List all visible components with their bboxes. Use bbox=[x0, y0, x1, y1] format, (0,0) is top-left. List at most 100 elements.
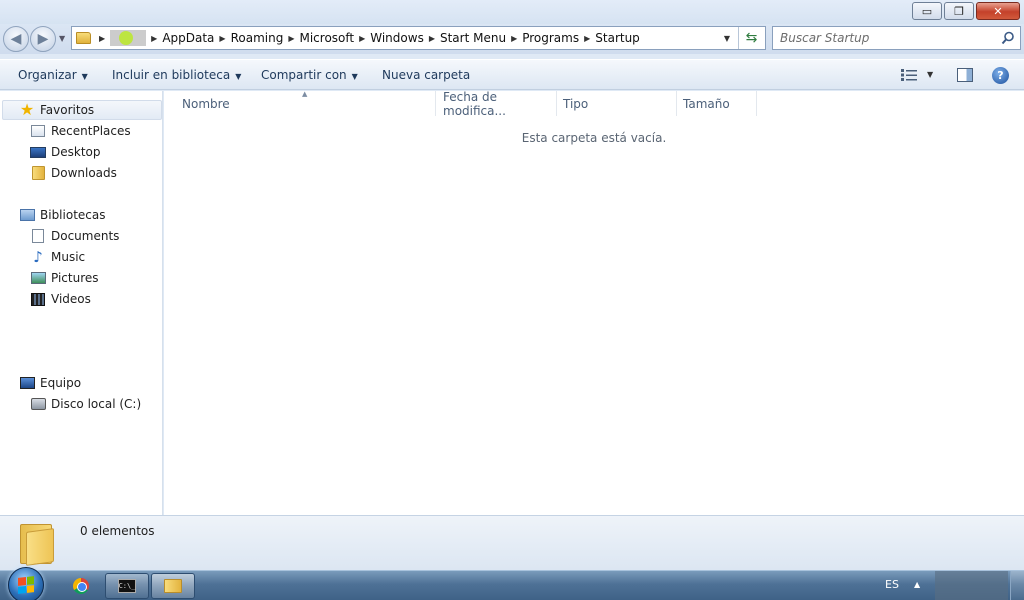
minimize-button[interactable]: ▭ bbox=[912, 2, 942, 20]
organize-label: Organizar bbox=[18, 68, 77, 82]
breadcrumb-roaming[interactable]: Roaming bbox=[231, 31, 284, 45]
breadcrumb-start-menu[interactable]: Start Menu bbox=[440, 31, 506, 45]
nav-item-label: Desktop bbox=[51, 145, 101, 159]
chrome-icon bbox=[73, 578, 89, 594]
navigation-pane: ★ Favoritos RecentPlaces Desktop Downloa… bbox=[0, 91, 163, 515]
include-library-label: Incluir en biblioteca bbox=[112, 68, 231, 82]
nav-libraries[interactable]: Bibliotecas bbox=[19, 205, 105, 225]
nav-item-music[interactable]: ♪ Music bbox=[30, 247, 85, 267]
breadcrumb-separator-icon[interactable]: ▶ bbox=[214, 34, 230, 43]
address-bar[interactable]: ▶ ▶ AppData ▶ Roaming ▶ Microsoft ▶ Wind… bbox=[71, 26, 766, 50]
column-header-size[interactable]: Tamaño bbox=[677, 91, 757, 116]
chevron-down-icon: ▼ bbox=[235, 72, 242, 81]
chevron-down-icon: ▼ bbox=[81, 72, 88, 81]
command-bar: Organizar ▼ Incluir en biblioteca ▼ Compar… bbox=[0, 59, 1024, 90]
command-prompt-icon: C:\_ bbox=[118, 579, 136, 593]
refresh-button[interactable]: ⇆ bbox=[738, 27, 764, 49]
documents-icon bbox=[32, 229, 44, 243]
nav-item-pictures[interactable]: Pictures bbox=[30, 268, 99, 288]
organize-menu[interactable]: Organizar ▼ bbox=[18, 68, 88, 82]
forward-arrow-icon: ▶ bbox=[37, 31, 49, 47]
new-folder-button[interactable]: Nueva carpeta bbox=[382, 68, 470, 82]
breadcrumb-startup[interactable]: Startup bbox=[595, 31, 640, 45]
forward-button[interactable]: ▶ bbox=[30, 26, 56, 52]
close-button[interactable]: ✕ bbox=[976, 2, 1020, 20]
notification-area[interactable] bbox=[935, 571, 1008, 600]
breadcrumb-microsoft[interactable]: Microsoft bbox=[299, 31, 354, 45]
back-arrow-icon: ◀ bbox=[10, 31, 22, 47]
computer-icon bbox=[19, 377, 35, 389]
nav-item-downloads[interactable]: Downloads bbox=[30, 163, 117, 183]
language-indicator[interactable]: ES bbox=[885, 578, 899, 591]
search-input[interactable] bbox=[780, 31, 1000, 45]
nav-item-label: Downloads bbox=[51, 166, 117, 180]
file-list[interactable]: Nombre ▲ Fecha de modifica... Tipo Tamañ… bbox=[164, 89, 1024, 515]
sort-ascending-icon: ▲ bbox=[302, 90, 308, 98]
nav-item-local-disk[interactable]: Disco local (C:) bbox=[30, 394, 141, 414]
nav-item-label: Music bbox=[51, 250, 86, 264]
nav-item-label: Pictures bbox=[51, 271, 99, 285]
nav-item-desktop[interactable]: Desktop bbox=[30, 142, 101, 162]
breadcrumb-programs[interactable]: Programs bbox=[522, 31, 579, 45]
breadcrumb-separator-icon[interactable]: ▶ bbox=[354, 34, 370, 43]
search-icon[interactable] bbox=[1001, 31, 1015, 45]
nav-libraries-label: Bibliotecas bbox=[40, 208, 106, 222]
taskbar-explorer[interactable] bbox=[151, 573, 195, 599]
recent-pages-dropdown[interactable]: ▼ bbox=[59, 34, 65, 43]
taskbar-command-prompt[interactable]: C:\_ bbox=[105, 573, 149, 599]
taskbar: C:\_ ES ▲ bbox=[0, 567, 1024, 600]
help-icon[interactable]: ? bbox=[992, 67, 1009, 84]
breadcrumb-separator-icon[interactable]: ▶ bbox=[424, 34, 440, 43]
nav-item-recentplaces[interactable]: RecentPlaces bbox=[30, 121, 131, 141]
include-in-library-menu[interactable]: Incluir en biblioteca ▼ bbox=[112, 68, 241, 82]
column-label: Tamaño bbox=[683, 96, 730, 111]
breadcrumb-separator-icon[interactable]: ▶ bbox=[146, 34, 162, 43]
nav-computer[interactable]: Equipo bbox=[19, 373, 81, 393]
folder-icon bbox=[20, 522, 56, 566]
pictures-icon bbox=[30, 272, 46, 284]
nav-item-label: Disco local (C:) bbox=[51, 397, 142, 411]
taskbar-chrome[interactable] bbox=[59, 573, 103, 599]
share-with-label: Compartir con bbox=[261, 68, 347, 82]
nav-item-label: Documents bbox=[51, 229, 120, 243]
breadcrumb-separator-icon[interactable]: ▶ bbox=[94, 34, 110, 43]
nav-item-label: Videos bbox=[51, 292, 91, 306]
address-row: ◀ ▶ ▼ ▶ ▶ AppData ▶ Roaming ▶ Microsoft … bbox=[0, 24, 1024, 54]
nav-favorites-label: Favoritos bbox=[40, 103, 95, 117]
view-dropdown-icon[interactable]: ▼ bbox=[927, 70, 933, 79]
column-label: Nombre bbox=[182, 96, 230, 111]
breadcrumb-separator-icon[interactable]: ▶ bbox=[283, 34, 299, 43]
start-button[interactable] bbox=[8, 567, 44, 600]
view-options-icon[interactable] bbox=[901, 69, 917, 81]
column-header-type[interactable]: Tipo bbox=[557, 91, 677, 116]
search-box[interactable] bbox=[772, 26, 1021, 50]
breadcrumb-separator-icon[interactable]: ▶ bbox=[579, 34, 595, 43]
show-desktop-button[interactable] bbox=[1010, 571, 1024, 600]
back-button[interactable]: ◀ bbox=[3, 26, 29, 52]
refresh-icon: ⇆ bbox=[745, 30, 758, 46]
downloads-folder-icon bbox=[31, 166, 45, 180]
empty-folder-message: Esta carpeta está vacía. bbox=[521, 131, 667, 145]
column-header-date-modified[interactable]: Fecha de modifica... bbox=[437, 89, 557, 118]
user-folder-crumb[interactable] bbox=[110, 30, 147, 46]
nav-item-documents[interactable]: Documents bbox=[30, 226, 119, 246]
preview-pane-icon[interactable] bbox=[957, 68, 973, 82]
local-disk-icon bbox=[30, 398, 46, 410]
details-pane: 0 elementos bbox=[0, 515, 1024, 570]
breadcrumb-separator-icon[interactable]: ▶ bbox=[506, 34, 522, 43]
title-bar: ▭ ❐ ✕ bbox=[0, 0, 1024, 24]
star-icon: ★ bbox=[19, 100, 35, 119]
nav-computer-label: Equipo bbox=[40, 376, 82, 390]
chevron-down-icon: ▼ bbox=[351, 72, 358, 81]
nav-item-videos[interactable]: Videos bbox=[30, 289, 91, 309]
breadcrumb-appdata[interactable]: AppData bbox=[162, 31, 214, 45]
show-hidden-icons-icon[interactable]: ▲ bbox=[914, 580, 920, 589]
share-with-menu[interactable]: Compartir con ▼ bbox=[261, 68, 358, 82]
nav-favorites[interactable]: ★ Favoritos bbox=[2, 100, 162, 120]
breadcrumb-windows[interactable]: Windows bbox=[370, 31, 424, 45]
maximize-button[interactable]: ❐ bbox=[944, 2, 974, 20]
address-dropdown-icon[interactable]: ▼ bbox=[717, 34, 737, 43]
column-label: Fecha de modifica... bbox=[443, 89, 506, 118]
videos-icon bbox=[31, 292, 45, 306]
library-icon bbox=[19, 209, 35, 221]
